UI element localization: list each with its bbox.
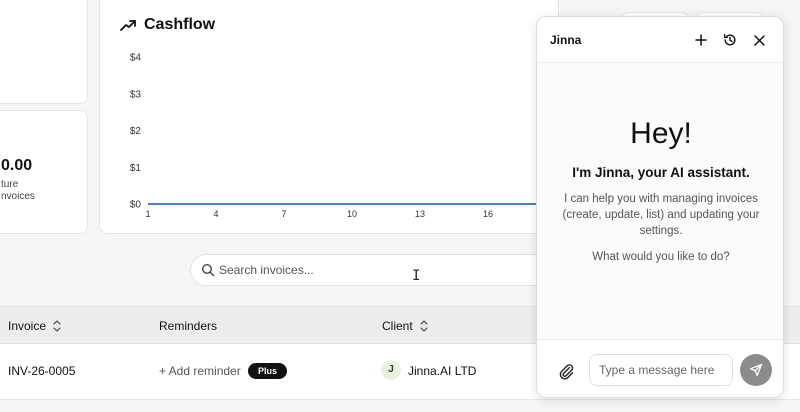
history-button[interactable] xyxy=(721,31,739,49)
search-input[interactable] xyxy=(219,260,519,280)
assistant-body: Hey! I'm Jinna, your AI assistant. I can… xyxy=(537,63,783,339)
cashflow-chart: $0 $1 $2 $3 $4 1 4 7 10 13 16 xyxy=(130,53,560,219)
y-tick-label: $2 xyxy=(130,126,142,137)
add-reminder-button[interactable]: + Add reminder xyxy=(159,364,241,378)
ai-assistant-panel: Jinna Hey! I'm Jinna, your AI assistant.… xyxy=(536,16,784,398)
client-name[interactable]: Jinna.AI LTD xyxy=(408,364,476,378)
column-label: Invoice xyxy=(8,319,47,333)
x-tick-label: 10 xyxy=(347,209,357,219)
stat-value: 0.00 xyxy=(1,157,33,174)
column-label: Client xyxy=(382,319,413,333)
column-header-invoice[interactable]: Invoice xyxy=(8,319,62,333)
y-tick-label: $0 xyxy=(130,200,142,211)
client-avatar: J xyxy=(381,360,401,380)
chart-title: Cashflow xyxy=(144,16,216,33)
y-tick-label: $4 xyxy=(130,53,142,64)
close-icon xyxy=(753,34,765,46)
assistant-header: Jinna xyxy=(537,17,783,63)
column-label: Reminders xyxy=(159,319,218,333)
x-tick-label: 7 xyxy=(281,209,286,219)
assistant-description: I can help you with managing invoices (c… xyxy=(562,193,760,237)
stat-sublabel: nvoices xyxy=(1,191,35,202)
history-icon xyxy=(723,34,736,46)
assistant-composer xyxy=(537,339,783,397)
search-bar[interactable] xyxy=(190,254,550,286)
text-cursor-icon: I xyxy=(412,268,421,284)
summary-card xyxy=(0,0,88,104)
send-icon xyxy=(749,363,763,377)
x-tick-label: 1 xyxy=(145,209,150,219)
sort-icon[interactable] xyxy=(52,319,62,333)
column-header-client[interactable]: Client xyxy=(382,319,429,333)
message-input[interactable] xyxy=(589,354,733,386)
chart-header: Cashflow xyxy=(120,16,215,34)
invoice-number[interactable]: INV-26-0005 xyxy=(8,364,75,378)
stat-label: ture xyxy=(1,179,19,190)
paperclip-icon[interactable] xyxy=(557,362,575,380)
assistant-intro: I'm Jinna, your AI assistant. xyxy=(572,165,750,180)
x-tick-label: 4 xyxy=(213,209,218,219)
assistant-question: What would you like to do? xyxy=(592,251,730,263)
send-button[interactable] xyxy=(740,354,772,386)
greeting: Hey! xyxy=(630,117,692,150)
plus-icon xyxy=(695,34,707,46)
cashflow-card: $0 $1 $2 $3 $4 1 4 7 10 13 16 Cashflow xyxy=(99,0,560,234)
trending-up-icon xyxy=(120,20,136,31)
plus-badge: Plus xyxy=(248,363,288,379)
y-tick-label: $3 xyxy=(130,89,142,100)
y-tick-label: $1 xyxy=(130,163,142,174)
search-icon xyxy=(201,263,215,277)
x-tick-label: 16 xyxy=(483,209,493,219)
close-button[interactable] xyxy=(750,31,768,49)
future-invoices-card: 0.00 ture nvoices xyxy=(0,110,88,234)
sort-icon[interactable] xyxy=(419,319,429,333)
column-header-reminders: Reminders xyxy=(159,319,217,333)
x-tick-label: 13 xyxy=(415,209,425,219)
invoices-dashboard: 0.00 ture nvoices $0 $1 $2 $3 $4 1 4 7 10 13 16 Ca… xyxy=(0,0,800,412)
new-chat-button[interactable] xyxy=(692,31,710,49)
assistant-title: Jinna xyxy=(550,33,582,47)
